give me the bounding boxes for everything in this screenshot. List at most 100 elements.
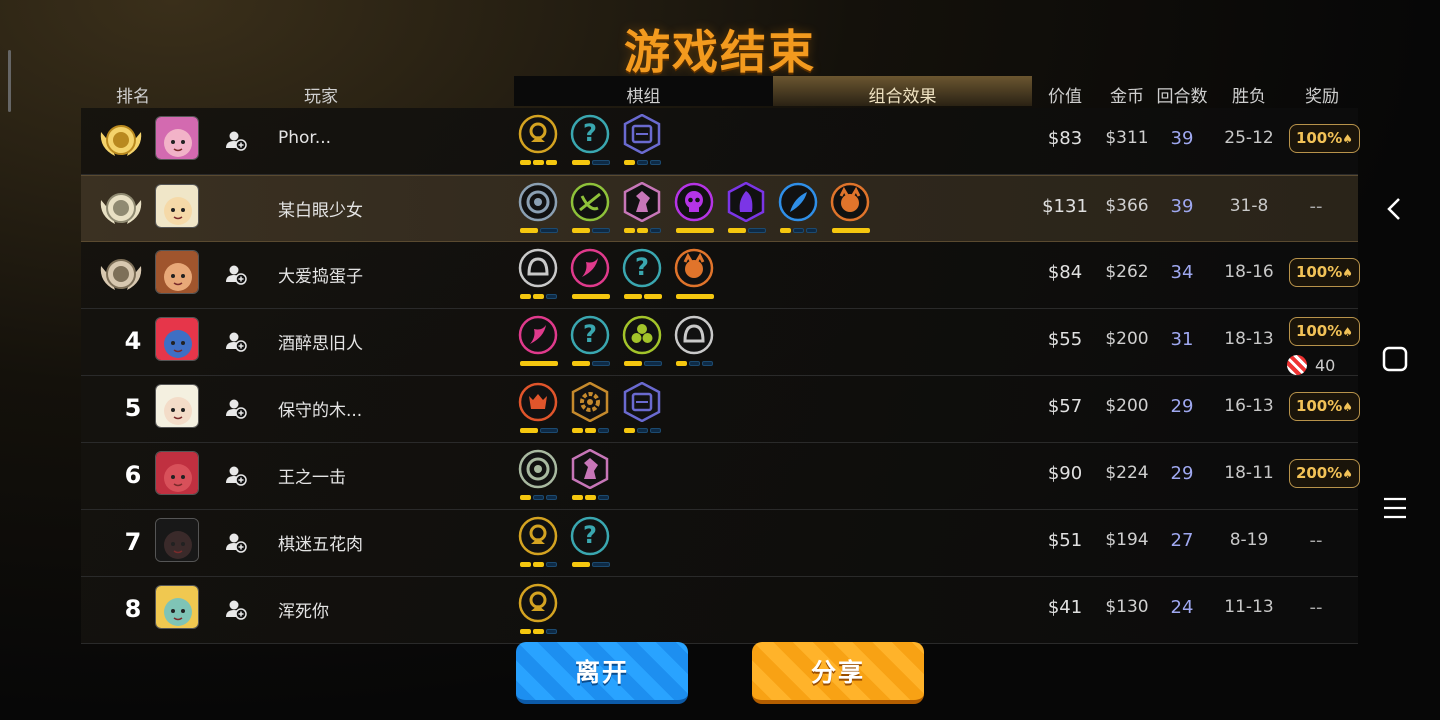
player-value: $51: [1047, 530, 1083, 551]
trait-dragon-icon[interactable]: [518, 315, 562, 371]
trait-pip: [592, 228, 610, 233]
share-button[interactable]: 分享: [752, 642, 924, 704]
back-nav-icon[interactable]: [1382, 196, 1408, 222]
trait-level-pips: [624, 361, 662, 366]
tab-synergy[interactable]: 组合效果: [773, 82, 1032, 107]
reward-badge: 100%♠: [1289, 124, 1360, 153]
trait-level-pips: [780, 228, 817, 233]
reward-percent: 100%: [1295, 322, 1343, 340]
trait-pip: [728, 228, 746, 233]
player-avatar[interactable]: [155, 451, 199, 495]
trait-knight-icon[interactable]: [570, 449, 614, 505]
candy-icon: [1287, 355, 1307, 375]
trait-pip: [676, 228, 714, 233]
trait-pip: [572, 562, 590, 567]
trait-q-icon[interactable]: ?: [570, 114, 614, 170]
trait-dragon-icon[interactable]: [570, 248, 614, 304]
player-avatar[interactable]: [155, 585, 199, 629]
add-friend-icon[interactable]: [225, 464, 247, 486]
player-avatar[interactable]: [155, 317, 199, 361]
player-gold: $311: [1105, 128, 1149, 148]
player-gold: $262: [1105, 262, 1149, 282]
table-row: 6 王之一击 $90 $224 29 18-11 200%♠: [81, 443, 1360, 510]
trait-beast-icon[interactable]: [830, 182, 874, 238]
trait-q-icon[interactable]: ?: [570, 315, 614, 371]
player-name: 大爱捣蛋子: [278, 267, 363, 287]
add-friend-icon[interactable]: [225, 129, 247, 151]
home-nav-icon[interactable]: [1382, 346, 1408, 372]
trait-helmet-icon[interactable]: [518, 248, 562, 304]
player-winloss: 31-8: [1229, 196, 1269, 216]
trait-clover-icon[interactable]: [622, 315, 666, 371]
spade-icon: ♠: [1342, 266, 1354, 280]
add-friend-icon[interactable]: [225, 598, 247, 620]
trait-bow-icon[interactable]: [570, 182, 614, 238]
svg-text:?: ?: [583, 521, 597, 549]
tab-deck[interactable]: 棋组: [514, 82, 773, 107]
candy-reward: 40: [1287, 355, 1335, 375]
player-rounds: 39: [1170, 196, 1194, 217]
spade-icon: ♠: [1342, 132, 1354, 146]
trait-pip: [572, 294, 610, 299]
trait-pip: [650, 160, 661, 165]
player-avatar[interactable]: [155, 250, 199, 294]
trait-level-pips: [520, 294, 557, 299]
trait-pip: [650, 428, 661, 433]
menu-nav-icon[interactable]: [1382, 495, 1408, 521]
player-name: 酒醉思旧人: [278, 334, 363, 354]
add-friend-icon[interactable]: [225, 263, 247, 285]
trait-coin-icon[interactable]: [518, 516, 562, 572]
trait-tab-icon[interactable]: [622, 114, 666, 170]
trait-q-icon[interactable]: ?: [570, 516, 614, 572]
trait-ring-icon[interactable]: [518, 182, 562, 238]
trait-level-pips: [572, 495, 609, 500]
player-avatar[interactable]: [155, 184, 199, 228]
add-friend-icon[interactable]: [225, 330, 247, 352]
spade-icon: ♠: [1342, 467, 1354, 481]
trait-level-pips: [624, 294, 662, 299]
player-avatar[interactable]: [155, 518, 199, 562]
leave-button[interactable]: 离开: [516, 642, 688, 704]
trait-beast-icon[interactable]: [674, 248, 718, 304]
trait-demon-icon[interactable]: [518, 382, 562, 438]
trait-pip: [598, 495, 609, 500]
player-value: $41: [1047, 597, 1083, 618]
player-avatar[interactable]: [155, 384, 199, 428]
trait-pip: [702, 361, 713, 366]
trait-knight-icon[interactable]: [622, 182, 666, 238]
reward-percent: 100%: [1295, 129, 1343, 147]
trait-level-pips: [520, 495, 557, 500]
trait-pip: [637, 228, 648, 233]
player-avatar[interactable]: [155, 116, 199, 160]
trait-tab-icon[interactable]: [622, 382, 666, 438]
trait-level-pips: [520, 562, 557, 567]
trait-helmet-icon[interactable]: [674, 315, 718, 371]
add-friend-icon[interactable]: [225, 397, 247, 419]
svg-text:?: ?: [635, 253, 649, 281]
reward-none: --: [1309, 530, 1323, 551]
trait-pip: [533, 495, 544, 500]
trait-pip: [520, 228, 538, 233]
rank-number: 7: [124, 528, 142, 556]
trait-level-pips: [520, 160, 557, 165]
player-winloss: 18-11: [1224, 463, 1274, 483]
trait-coin-icon[interactable]: [518, 114, 562, 170]
svg-text:?: ?: [583, 119, 597, 147]
trait-feather-icon[interactable]: [778, 182, 822, 238]
trait-skull-icon[interactable]: [674, 182, 718, 238]
trait-pip: [793, 228, 804, 233]
trait-level-pips: [832, 228, 870, 233]
trait-q-icon[interactable]: ?: [622, 248, 666, 304]
trait-mage-icon[interactable]: [726, 182, 770, 238]
trait-ring-icon[interactable]: [518, 449, 562, 505]
trait-coin-icon[interactable]: [518, 583, 562, 639]
trait-pip: [624, 428, 635, 433]
trait-level-pips: [572, 361, 610, 366]
trait-pip: [546, 629, 557, 634]
trait-pip: [624, 294, 642, 299]
table-header: 排名 玩家 棋组 组合效果 价值 金币 回合数 胜负 奖励: [81, 76, 1358, 108]
trait-gear-icon[interactable]: [570, 382, 614, 438]
player-value: $90: [1047, 463, 1083, 484]
trait-level-pips: [676, 361, 713, 366]
add-friend-icon[interactable]: [225, 531, 247, 553]
